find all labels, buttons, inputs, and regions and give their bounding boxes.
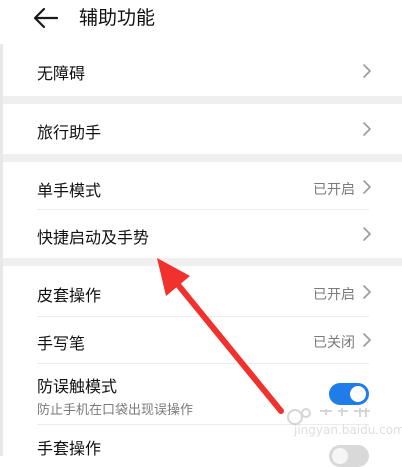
settings-item-label: 单手模式 (37, 181, 102, 200)
chevron-right-icon (363, 122, 371, 136)
toggle-knob (350, 386, 366, 402)
chevron-right-icon (363, 180, 371, 194)
toggle-knob (332, 448, 348, 464)
settings-group-input: 皮套操作 已开启 手写笔 已关闭 防误触模式 防止手机在口袋出现误操作 手套操作 (3, 266, 402, 467)
glove-mode-toggle[interactable] (329, 445, 369, 467)
settings-item-stylus[interactable]: 手写笔 已关闭 (3, 317, 402, 363)
arrow-left-icon[interactable] (30, 5, 60, 31)
header: 辅助功能 (0, 0, 402, 44)
settings-item-cover-operation[interactable]: 皮套操作 已开启 (3, 266, 402, 316)
chevron-right-icon (363, 285, 371, 299)
settings-item-glove-mode[interactable]: 手套操作 (3, 425, 402, 467)
accidental-touch-toggle[interactable] (329, 383, 369, 405)
settings-item-label: 皮套操作 (37, 286, 102, 305)
settings-item-label: 防误触模式 (37, 377, 118, 396)
settings-item-accessibility[interactable]: 无障碍 (3, 44, 402, 96)
chevron-right-icon (363, 64, 371, 78)
settings-item-label: 手套操作 (37, 439, 102, 458)
settings-item-status: 已开启 (313, 287, 355, 303)
settings-item-label: 手写笔 (37, 334, 86, 353)
page-title: 辅助功能 (79, 7, 156, 29)
section-gap (3, 154, 402, 162)
settings-item-one-handed-mode[interactable]: 单手模式 已开启 (3, 162, 402, 209)
settings-item-shortcuts-gestures[interactable]: 快捷启动及手势 (3, 210, 402, 258)
settings-group-gestures: 单手模式 已开启 快捷启动及手势 (3, 162, 402, 258)
chevron-right-icon (363, 227, 371, 241)
settings-item-label: 旅行助手 (37, 123, 102, 142)
settings-item-description: 防止手机在口袋出现误操作 (37, 403, 194, 418)
settings-group-travel: 旅行助手 (3, 104, 402, 154)
section-gap (3, 96, 402, 104)
settings-item-travel-assistant[interactable]: 旅行助手 (3, 104, 402, 154)
chevron-right-icon (363, 333, 371, 347)
settings-item-accidental-touch[interactable]: 防误触模式 防止手机在口袋出现误操作 (3, 364, 402, 424)
settings-item-label: 无障碍 (37, 64, 86, 83)
settings-group-accessibility: 无障碍 (3, 44, 402, 96)
section-gap (3, 258, 402, 266)
settings-item-label: 快捷启动及手势 (37, 228, 150, 247)
settings-item-status: 已开启 (313, 182, 355, 198)
settings-item-status: 已关闭 (313, 335, 355, 351)
